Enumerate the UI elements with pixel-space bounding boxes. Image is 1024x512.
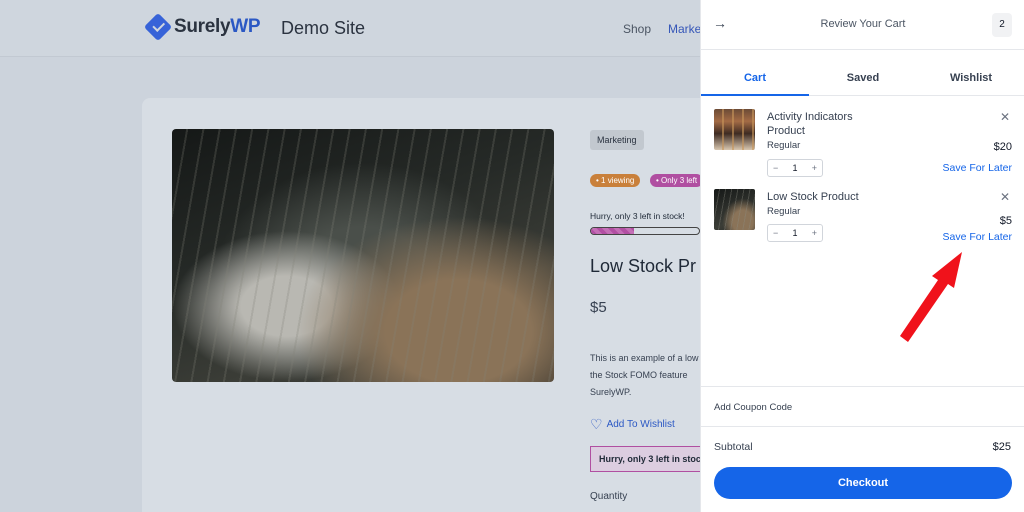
product-description: This is an example of a low the Stock FO… <box>590 353 699 397</box>
quantity-stepper[interactable]: − 1 + <box>767 224 823 242</box>
close-icon[interactable]: ✕ <box>1000 110 1010 124</box>
subtotal-value: $25 <box>992 441 1011 453</box>
quantity-label: Quantity <box>590 491 628 502</box>
wishlist-label: Add To Wishlist <box>606 419 675 430</box>
site-name: Demo Site <box>281 18 366 38</box>
site-logo[interactable]: SurelyWP <box>143 12 261 42</box>
item-name[interactable]: Low Stock Product <box>767 190 887 204</box>
product-title: Low Stock Pr <box>590 256 697 276</box>
product-image[interactable] <box>172 129 554 382</box>
coupon-label: Add Coupon Code <box>714 402 793 413</box>
item-variant: Regular <box>767 140 801 151</box>
stock-notice: Hurry, only 3 left in stock <box>590 446 710 472</box>
logo-check-icon <box>143 12 173 42</box>
minus-icon[interactable]: − <box>773 228 778 238</box>
heart-icon: ♡ <box>590 416 603 432</box>
plus-icon[interactable]: + <box>812 163 817 173</box>
quantity-value[interactable]: 1 <box>792 163 797 173</box>
add-to-wishlist-link[interactable]: ♡ Add To Wishlist <box>590 416 675 433</box>
drawer-title: Review Your Cart <box>820 18 906 30</box>
quantity-stepper[interactable]: − 1 + <box>767 159 823 177</box>
stock-badge: • Only 3 left <box>650 174 704 187</box>
subtotal-label: Subtotal <box>714 441 753 453</box>
drawer-header: → Review Your Cart 2 <box>701 0 1024 50</box>
item-thumbnail[interactable] <box>714 189 755 230</box>
item-thumbnail[interactable] <box>714 109 755 150</box>
nav-shop[interactable]: Shop <box>623 22 651 36</box>
item-name[interactable]: Activity Indicators Product <box>767 110 887 138</box>
hurry-text: Hurry, only 3 left in stock! <box>590 211 685 221</box>
annotation-arrow-icon <box>900 252 962 342</box>
item-variant: Regular <box>767 206 801 217</box>
category-tag[interactable]: Marketing <box>590 130 644 150</box>
stock-progress-fill <box>591 228 635 234</box>
save-for-later-link[interactable]: Save For Later <box>943 162 1012 174</box>
plus-icon[interactable]: + <box>812 228 817 238</box>
minus-icon[interactable]: − <box>773 163 778 173</box>
checkout-button[interactable]: Checkout <box>714 467 1012 499</box>
item-price: $20 <box>993 141 1012 153</box>
viewing-badge: • 1 viewing <box>590 174 641 187</box>
cart-tabs: Cart Saved Wishlist <box>701 62 1024 96</box>
tab-saved[interactable]: Saved <box>809 62 917 95</box>
close-icon[interactable]: ✕ <box>1000 190 1010 204</box>
item-price: $5 <box>999 215 1012 227</box>
tab-wishlist[interactable]: Wishlist <box>917 62 1024 95</box>
tab-cart[interactable]: Cart <box>701 62 809 96</box>
logo-text: SurelyWP <box>174 16 261 37</box>
coupon-row[interactable]: Add Coupon Code <box>701 386 1024 427</box>
cart-count-badge: 2 <box>992 13 1012 37</box>
stock-progress-bar <box>590 227 700 235</box>
product-price: $5 <box>590 299 607 316</box>
quantity-value[interactable]: 1 <box>792 228 797 238</box>
